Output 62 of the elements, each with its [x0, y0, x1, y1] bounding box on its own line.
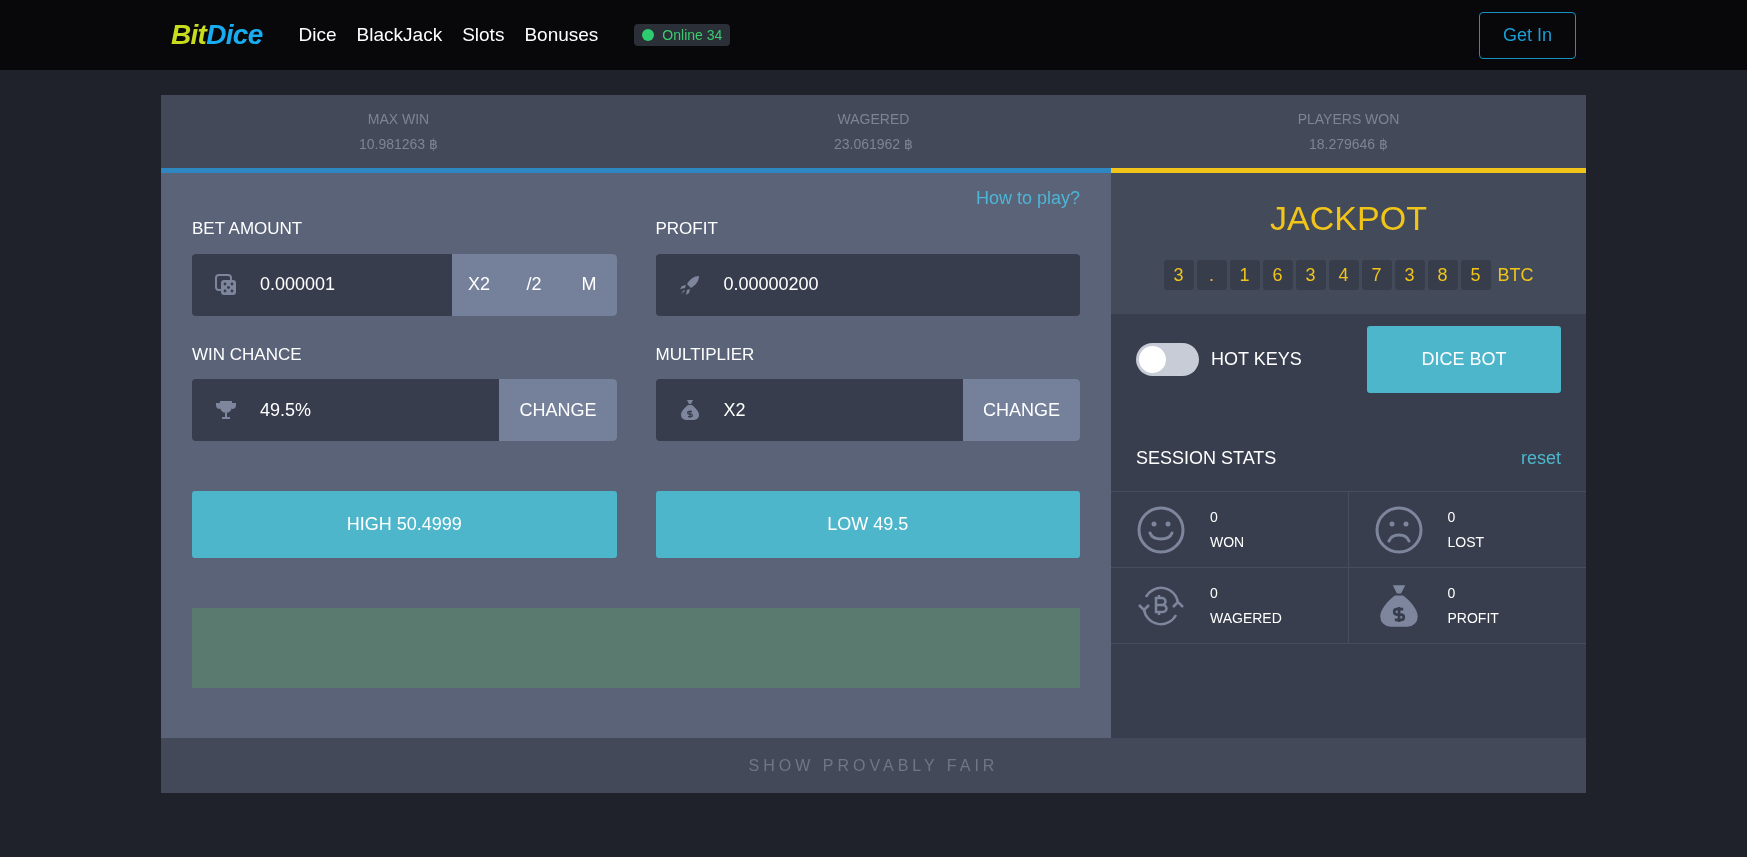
- hot-keys-toggle[interactable]: [1136, 343, 1199, 376]
- dice-bot-button[interactable]: DICE BOT: [1367, 326, 1561, 393]
- bet-button[interactable]: LOW 49.5: [655, 491, 1080, 558]
- change-button[interactable]: CHANGE: [499, 379, 617, 441]
- online-badge: Online 34: [634, 24, 731, 46]
- jackpot-digit: 4: [1328, 260, 1359, 290]
- field-label: BET AMOUNT: [192, 218, 304, 240]
- field-value: 0.000001: [260, 273, 336, 296]
- stat-value: 23.061962 ฿: [833, 134, 914, 154]
- nav-link[interactable]: BlackJack: [356, 20, 443, 50]
- bet-modifier-button[interactable]: /2: [506, 253, 562, 316]
- jackpot-digit: 3: [1394, 260, 1425, 290]
- nav-link[interactable]: Slots: [462, 20, 505, 50]
- session-stat-value: 0: [1447, 507, 1457, 527]
- session-stat-value: 0: [1210, 507, 1219, 527]
- dice-icon: [214, 272, 238, 297]
- hot-keys-label: HOT KEYS: [1211, 348, 1302, 371]
- jackpot-unit: BTC: [1497, 263, 1534, 287]
- stat-label: MAX WIN: [367, 109, 430, 129]
- change-button[interactable]: CHANGE: [963, 379, 1080, 441]
- field-label: MULTIPLIER: [655, 343, 756, 366]
- jackpot-digit: 5: [1460, 260, 1491, 290]
- how-to-play-link[interactable]: How to play?: [975, 185, 1080, 212]
- jackpot-digit: .: [1196, 260, 1227, 290]
- bet-modifier-button[interactable]: M: [561, 253, 617, 316]
- field-label: WIN CHANCE: [192, 343, 303, 366]
- jackpot-digit: 6: [1262, 260, 1293, 290]
- input-field[interactable]: 0.00000200: [655, 253, 1080, 316]
- input-field[interactable]: 49.5% CHANGE: [192, 379, 617, 441]
- field-value: X2: [723, 398, 746, 422]
- field-label: PROFIT: [655, 218, 719, 240]
- input-field[interactable]: X2 CHANGE: [655, 379, 1080, 441]
- nav-link[interactable]: Bonuses: [524, 20, 599, 50]
- session-stat-label: PROFIT: [1447, 608, 1499, 628]
- session-stat-label: WON: [1210, 532, 1245, 552]
- nav-link[interactable]: Dice: [298, 20, 337, 50]
- trophy-icon: [214, 398, 238, 422]
- input-field[interactable]: 0.000001 X2 /2 M: [192, 253, 617, 316]
- session-stats-title: SESSION STATS: [1136, 446, 1277, 470]
- bet-button[interactable]: HIGH 50.4999: [192, 491, 617, 558]
- stat-value: 10.981263 ฿: [358, 134, 439, 154]
- sad-face-icon: [1373, 504, 1424, 555]
- stat-value: 18.279646 ฿: [1308, 134, 1389, 154]
- jackpot-digit: 8: [1427, 260, 1458, 290]
- field-value: 49.5%: [260, 398, 312, 422]
- logo-text[interactable]: BitDice: [171, 14, 263, 56]
- jackpot-digit: 1: [1229, 260, 1260, 290]
- jackpot-digit: 3: [1163, 260, 1194, 290]
- session-stat-value: 0: [1447, 583, 1457, 603]
- session-stat-label: WAGERED: [1210, 608, 1282, 628]
- bet-modifier-button[interactable]: X2: [451, 253, 507, 316]
- get-in-button[interactable]: Get In: [1479, 11, 1576, 59]
- session-stat-label: LOST: [1447, 532, 1485, 552]
- stat-label: PLAYERS WON: [1297, 109, 1400, 129]
- jackpot-digit: 3: [1295, 260, 1326, 290]
- reset-link[interactable]: reset: [1520, 444, 1561, 472]
- smiley-face-icon: [1136, 504, 1186, 555]
- field-value: 0.00000200: [723, 273, 819, 296]
- session-stat-value: 0: [1210, 583, 1219, 603]
- jackpot-digit: 7: [1361, 260, 1392, 290]
- jackpot-title: JACKPOT: [1270, 198, 1427, 239]
- stat-label: WAGERED: [837, 109, 910, 129]
